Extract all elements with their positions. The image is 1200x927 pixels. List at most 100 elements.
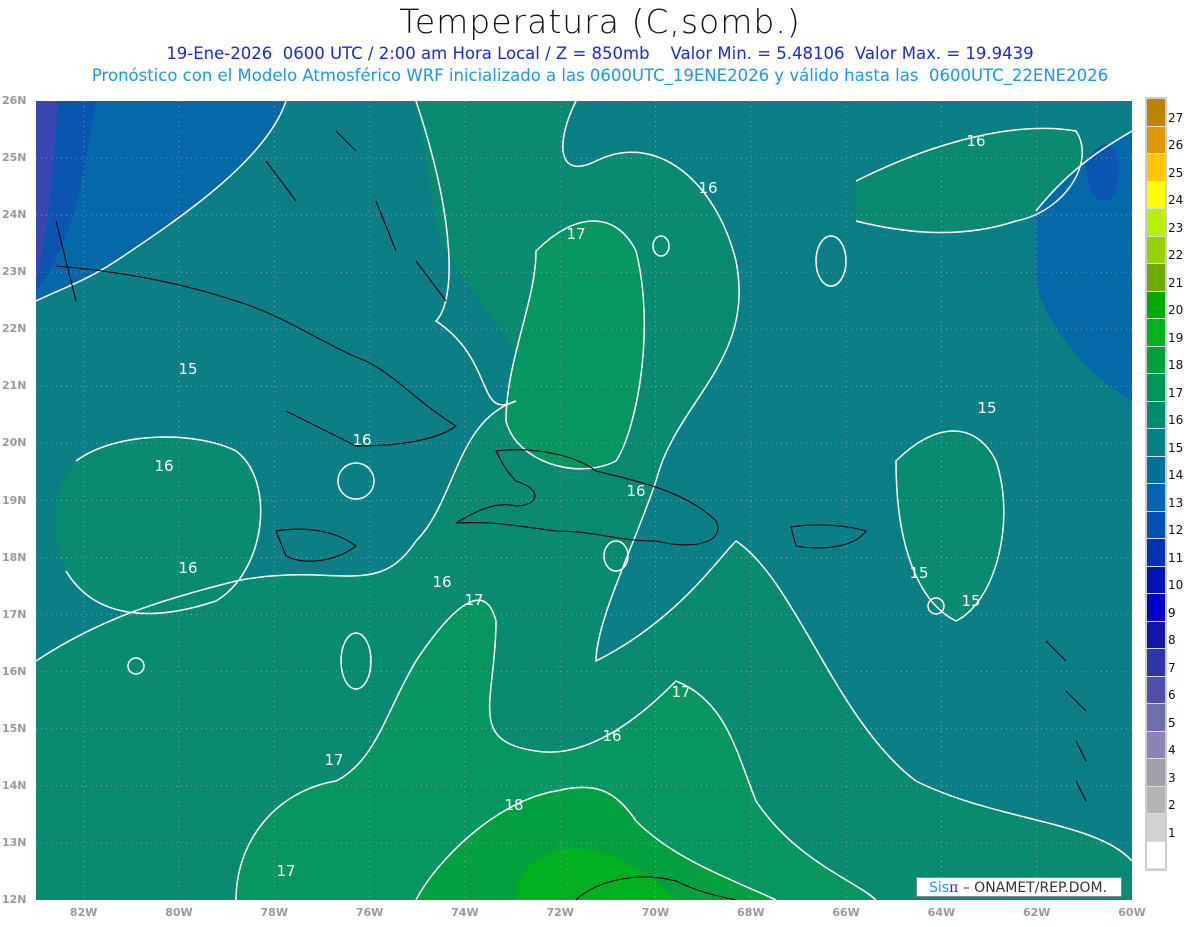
contour-label: 16 (626, 482, 645, 500)
contour-label: 17 (566, 225, 585, 243)
latitude-label: 14N (2, 778, 27, 792)
latitude-label: 13N (2, 835, 27, 849)
colorbar-label: 20 (1168, 303, 1184, 317)
credit-text: – ONAMET/REP.DOM. (962, 880, 1108, 896)
colorbar-swatch (1147, 291, 1165, 319)
colorbar-swatch (1147, 704, 1165, 732)
contour-label: 16 (352, 431, 371, 449)
latitude-label: 19N (2, 493, 27, 507)
colorbar-swatch (1147, 676, 1165, 704)
colorbar-label: 13 (1168, 495, 1184, 510)
colorbar-swatch (1147, 99, 1165, 127)
longitude-label: 78W (260, 906, 288, 919)
latitude-label: 25N (2, 151, 27, 165)
colorbar-swatch (1147, 786, 1165, 814)
chart-title: Temperatura (C,somb.) (399, 2, 801, 41)
colorbar-label: 19 (1168, 330, 1184, 345)
colorbar (1145, 97, 1167, 871)
colorbar-swatch (1147, 236, 1165, 264)
longitude-label: 66W (832, 906, 860, 919)
contour-label: 15 (178, 360, 197, 378)
colorbar-label: 4 (1168, 743, 1176, 757)
latitude-label: 15N (2, 721, 27, 735)
latitude-label: 23N (2, 265, 27, 279)
colorbar-swatch (1147, 621, 1165, 649)
colorbar-label: 7 (1168, 660, 1176, 675)
colorbar-swatch (1147, 346, 1165, 374)
longitude-label: 82W (69, 906, 98, 919)
colorbar-label: 6 (1168, 688, 1176, 702)
colorbar-label: 10 (1168, 578, 1184, 592)
contour-label: 18 (504, 796, 523, 814)
colorbar-swatch (1147, 429, 1165, 457)
model-description: Pronóstico con el Modelo Atmosférico WRF… (91, 66, 1109, 85)
colorbar-label: 12 (1168, 523, 1184, 537)
colorbar-label: 16 (1168, 413, 1184, 427)
colorbar-swatch (1147, 814, 1165, 842)
longitude-label: 74W (451, 906, 479, 919)
colorbar-swatch (1147, 264, 1165, 292)
latitude-label: 18N (2, 550, 27, 564)
contour-label: 16 (178, 559, 197, 577)
longitude-label: 80W (165, 906, 193, 919)
colorbar-label: 17 (1168, 385, 1184, 400)
longitude-label: 68W (737, 906, 765, 919)
longitude-label: 70W (641, 906, 670, 919)
latitude-label: 22N (2, 322, 27, 336)
contour-label: 16 (432, 573, 451, 591)
colorbar-swatch (1147, 484, 1165, 512)
sispi-logo: Sisπ (929, 880, 959, 896)
colorbar-swatch (1147, 566, 1165, 594)
colorbar-swatch (1147, 511, 1165, 539)
colorbar-swatch (1147, 401, 1165, 429)
colorbar-label: 21 (1168, 275, 1184, 290)
contour-label: 17 (276, 862, 295, 880)
colorbar-label: 15 (1168, 440, 1184, 455)
colorbar-label: 14 (1168, 468, 1184, 482)
contour-label: 15 (977, 399, 996, 417)
contour-label: 16 (602, 727, 621, 745)
contour-label: 16 (966, 132, 985, 150)
latitude-label: 21N (2, 379, 27, 393)
contour-label: 17 (671, 683, 690, 701)
colorbar-swatch (1147, 126, 1165, 154)
colorbar-swatch (1147, 374, 1165, 402)
subtitle: 19-Ene-2026 0600 UTC / 2:00 am Hora Loca… (166, 44, 1034, 63)
colorbar-label: 23 (1168, 220, 1184, 235)
credit-box: Sisπ – ONAMET/REP.DOM. (916, 877, 1122, 897)
longitude-label: 76W (355, 906, 384, 919)
colorbar-label: 8 (1168, 633, 1176, 647)
colorbar-label: 5 (1168, 715, 1176, 730)
colorbar-swatch (1147, 731, 1165, 759)
colorbar-label: 18 (1168, 358, 1184, 372)
latitude-label: 17N (2, 607, 27, 621)
colorbar-label: 22 (1168, 248, 1184, 262)
contour-label: 17 (324, 751, 343, 769)
colorbar-swatch (1147, 456, 1165, 484)
latitude-label: 20N (2, 436, 27, 450)
contour-label: 15 (961, 592, 980, 610)
colorbar-label: 3 (1168, 770, 1176, 785)
latitude-label: 26N (2, 94, 27, 107)
colorbar-label: 2 (1168, 798, 1176, 812)
latitude-label: 16N (2, 664, 27, 678)
colorbar-swatch (1147, 759, 1165, 787)
colorbar-label: 25 (1168, 165, 1184, 180)
colorbar-label: 24 (1168, 193, 1184, 207)
latitude-label: 24N (2, 208, 27, 222)
longitude-label: 60W (1118, 906, 1146, 919)
latitude-label: 12N (2, 893, 27, 906)
colorbar-label: 1 (1168, 825, 1176, 840)
colorbar-swatch (1147, 649, 1165, 677)
longitude-label: 62W (1022, 906, 1051, 919)
colorbar-swatch (1147, 181, 1165, 209)
colorbar-swatch (1147, 319, 1165, 347)
longitude-label: 72W (546, 906, 574, 919)
colorbar-swatch (1147, 594, 1165, 622)
colorbar-swatch (1147, 539, 1165, 567)
contour-label: 15 (909, 564, 928, 582)
contour-label: 16 (154, 457, 173, 475)
contour-label: 16 (698, 179, 717, 197)
colorbar-swatch (1147, 841, 1165, 869)
colorbar-label: 26 (1168, 138, 1184, 152)
